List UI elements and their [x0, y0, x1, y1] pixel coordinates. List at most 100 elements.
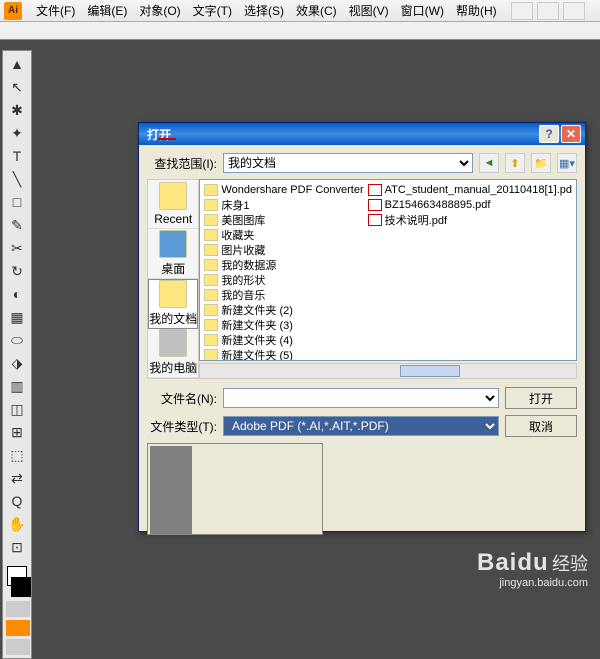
lookin-select[interactable]: 我的文档 — [223, 153, 473, 173]
pdf-icon — [368, 199, 382, 211]
tool-blend[interactable]: ⬚ — [5, 444, 29, 466]
file-item[interactable]: 新建文件夹 (3) — [202, 317, 365, 332]
place-label: 桌面 — [161, 260, 185, 277]
place-recent[interactable]: Recent — [148, 180, 198, 229]
folder-icon — [204, 304, 218, 316]
screen-mode[interactable] — [6, 639, 30, 655]
folder-icon — [204, 199, 218, 211]
file-name: 图片收藏 — [221, 242, 265, 258]
tool-mesh[interactable]: ▥ — [5, 375, 29, 397]
file-item[interactable]: 新建文件夹 (4) — [202, 332, 365, 347]
folder-icon — [204, 289, 218, 301]
pdf-icon — [368, 184, 382, 196]
places-bar: Recent 桌面 我的文档 我的电脑 — [147, 179, 199, 379]
folder-icon — [204, 244, 218, 256]
menu-effect[interactable]: 效果(C) — [290, 0, 343, 21]
tool-free-transform[interactable]: ▦ — [5, 306, 29, 328]
folder-icon — [204, 229, 218, 241]
menu-file[interactable]: 文件(F) — [30, 0, 81, 21]
toolbar-btn-2[interactable] — [537, 2, 559, 20]
toolbar-btn-3[interactable] — [563, 2, 585, 20]
file-item[interactable]: 床身1 — [202, 197, 365, 212]
filename-label: 文件名(N): — [147, 390, 217, 407]
place-computer[interactable]: 我的电脑 — [148, 329, 198, 378]
horizontal-scrollbar[interactable] — [199, 363, 577, 379]
tool-lasso[interactable]: ✦ — [5, 122, 29, 144]
tool-eyedropper[interactable]: ⊞ — [5, 421, 29, 443]
filetype-select[interactable]: Adobe PDF (*.AI,*.AIT,*.PDF) — [223, 416, 499, 436]
menu-select[interactable]: 选择(S) — [238, 0, 290, 21]
toolbar-btn-1[interactable] — [511, 2, 533, 20]
file-item[interactable]: 我的数据源 — [202, 257, 365, 272]
filename-input[interactable] — [223, 388, 499, 408]
file-name: 美图图库 — [221, 212, 265, 228]
stroke-color[interactable] — [11, 577, 31, 597]
tool-line[interactable]: ╲ — [5, 168, 29, 190]
watermark: Baidu 经验 jingyan.baidu.com — [477, 549, 588, 589]
tool-artboard[interactable]: ⊡ — [5, 536, 29, 558]
tool-magic-wand[interactable]: ✱ — [5, 99, 29, 121]
dialog-titlebar[interactable]: 打开 ? ✕ — [139, 123, 585, 145]
folder-icon — [204, 319, 218, 331]
file-item[interactable]: 图片收藏 — [202, 242, 365, 257]
file-item[interactable]: Wondershare PDF Converter — [202, 182, 365, 197]
file-item[interactable]: 技术说明.pdf — [366, 212, 574, 227]
place-desktop[interactable]: 桌面 — [148, 229, 198, 278]
tool-warp[interactable]: ◐ — [5, 283, 29, 305]
folder-icon — [204, 274, 218, 286]
file-list[interactable]: Wondershare PDF Converter床身1美图图库收藏夹图片收藏我… — [199, 179, 577, 361]
folder-icon — [204, 349, 218, 361]
file-item[interactable]: ATC_student_manual_20110418[1].pd — [366, 182, 574, 197]
menu-window[interactable]: 窗口(W) — [395, 0, 450, 21]
tool-gradient[interactable]: ◫ — [5, 398, 29, 420]
tool-hand[interactable]: ✋ — [5, 513, 29, 535]
menu-help[interactable]: 帮助(H) — [450, 0, 503, 21]
menu-edit[interactable]: 编辑(E) — [81, 0, 133, 21]
file-item[interactable]: 新建文件夹 (2) — [202, 302, 365, 317]
menu-view[interactable]: 视图(V) — [343, 0, 395, 21]
cancel-button[interactable]: 取消 — [505, 415, 577, 437]
folder-icon — [204, 334, 218, 346]
tool-direct-select[interactable]: ↖ — [5, 76, 29, 98]
view-menu-button[interactable]: ▦▾ — [557, 153, 577, 173]
help-button[interactable]: ? — [539, 125, 559, 143]
file-name: Wondershare PDF Converter — [221, 184, 363, 196]
menu-object[interactable]: 对象(O) — [133, 0, 186, 21]
file-item[interactable]: 新建文件夹 (5) — [202, 347, 365, 361]
filetype-label: 文件类型(T): — [147, 418, 217, 435]
file-item[interactable]: 收藏夹 — [202, 227, 365, 242]
tool-scissors[interactable]: ✂ — [5, 237, 29, 259]
tool-panel: ▲ ↖ ✱ ✦ T ╲ □ ✎ ✂ ↻ ◐ ▦ ⬭ ⬗ ▥ ◫ ⊞ ⬚ ⇄ Q … — [2, 50, 32, 659]
file-name: 技术说明.pdf — [385, 212, 447, 228]
file-item[interactable]: 我的形状 — [202, 272, 365, 287]
color-mode-1[interactable] — [6, 601, 30, 617]
tool-selection[interactable]: ▲ — [5, 53, 29, 75]
file-item[interactable]: 美图图库 — [202, 212, 365, 227]
folder-icon — [204, 214, 218, 226]
file-item[interactable]: 我的音乐 — [202, 287, 365, 302]
tool-rotate[interactable]: ↻ — [5, 260, 29, 282]
new-folder-button[interactable]: 📁 — [531, 153, 551, 173]
preview-panel — [147, 443, 323, 535]
scrollbar-thumb[interactable] — [400, 365, 460, 377]
file-name: 新建文件夹 (4) — [221, 332, 293, 348]
back-button[interactable]: ◄ — [479, 153, 499, 173]
lookin-label: 查找范围(I): — [147, 155, 217, 172]
place-mydocs[interactable]: 我的文档 — [148, 279, 198, 329]
tool-zoom[interactable]: Q — [5, 490, 29, 512]
menu-type[interactable]: 文字(T) — [187, 0, 238, 21]
tool-slice[interactable]: ⇄ — [5, 467, 29, 489]
color-mode-2[interactable] — [6, 620, 30, 636]
up-button[interactable]: ⬆ — [505, 153, 525, 173]
tool-symbol[interactable]: ⬭ — [5, 329, 29, 351]
tool-rectangle[interactable]: □ — [5, 191, 29, 213]
tool-type[interactable]: T — [5, 145, 29, 167]
file-item[interactable]: BZ154663488895.pdf — [366, 197, 574, 212]
tool-graph[interactable]: ⬗ — [5, 352, 29, 374]
open-button[interactable]: 打开 — [505, 387, 577, 409]
tool-pencil[interactable]: ✎ — [5, 214, 29, 236]
ruler — [0, 22, 600, 40]
close-button[interactable]: ✕ — [561, 125, 581, 143]
computer-icon — [159, 329, 187, 357]
folder-icon — [159, 280, 187, 308]
